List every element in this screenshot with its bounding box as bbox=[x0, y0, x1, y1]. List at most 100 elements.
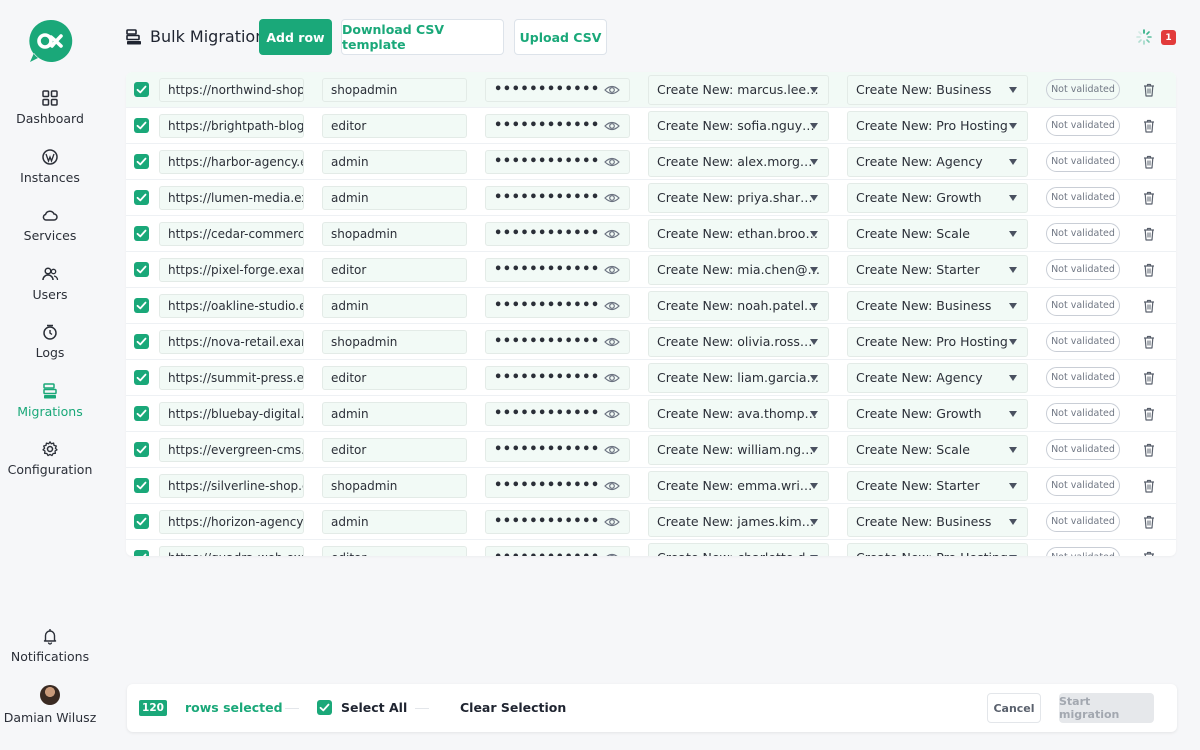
trash-icon[interactable] bbox=[1143, 515, 1155, 529]
username-input[interactable]: editor bbox=[322, 366, 467, 390]
site-url-input[interactable]: https://evergreen-cms.e bbox=[159, 438, 304, 462]
account-select[interactable]: Create New: priya.shar… bbox=[648, 183, 829, 213]
plan-select[interactable]: Create New: Scale bbox=[847, 219, 1028, 249]
trash-icon[interactable] bbox=[1143, 407, 1155, 421]
account-select[interactable]: Create New: olivia.ross… bbox=[648, 327, 829, 357]
row-checkbox[interactable] bbox=[134, 262, 149, 277]
plan-select[interactable]: Create New: Scale bbox=[847, 435, 1028, 465]
cancel-button[interactable]: Cancel bbox=[987, 693, 1041, 723]
site-url-input[interactable]: https://bluebay-digital.e bbox=[159, 402, 304, 426]
account-select[interactable]: Create New: sofia.nguy… bbox=[648, 111, 829, 141]
trash-icon[interactable] bbox=[1143, 83, 1155, 97]
username-input[interactable]: admin bbox=[322, 402, 467, 426]
plan-select[interactable]: Create New: Pro Hosting bbox=[847, 327, 1028, 357]
row-checkbox[interactable] bbox=[134, 154, 149, 169]
site-url-input[interactable]: https://pixel-forge.exam bbox=[159, 258, 304, 282]
eye-icon[interactable] bbox=[604, 371, 620, 385]
account-select[interactable]: Create New: liam.garcia… bbox=[648, 363, 829, 393]
plan-select[interactable]: Create New: Agency bbox=[847, 147, 1028, 177]
eye-icon[interactable] bbox=[604, 479, 620, 493]
site-url-input[interactable]: https://nova-retail.exam bbox=[159, 330, 304, 354]
plan-select[interactable]: Create New: Business bbox=[847, 291, 1028, 321]
account-select[interactable]: Create New: ava.thomp… bbox=[648, 399, 829, 429]
plan-select[interactable]: Create New: Growth bbox=[847, 399, 1028, 429]
site-url-input[interactable]: https://silverline-shop.e bbox=[159, 474, 304, 498]
trash-icon[interactable] bbox=[1143, 335, 1155, 349]
account-select[interactable]: Create New: emma.wri… bbox=[648, 471, 829, 501]
plan-select[interactable]: Create New: Pro Hosting bbox=[847, 111, 1028, 141]
eye-icon[interactable] bbox=[604, 155, 620, 169]
username-input[interactable]: shopadmin bbox=[322, 474, 467, 498]
username-input[interactable]: shopadmin bbox=[322, 78, 467, 102]
site-url-input[interactable]: https://brightpath-blog. bbox=[159, 114, 304, 138]
eye-icon[interactable] bbox=[604, 443, 620, 457]
plan-select[interactable]: Create New: Growth bbox=[847, 183, 1028, 213]
row-checkbox[interactable] bbox=[134, 550, 149, 556]
trash-icon[interactable] bbox=[1143, 479, 1155, 493]
trash-icon[interactable] bbox=[1143, 119, 1155, 133]
eye-icon[interactable] bbox=[604, 119, 620, 133]
select-all-label[interactable]: Select All bbox=[341, 700, 407, 715]
plan-select[interactable]: Create New: Business bbox=[847, 507, 1028, 537]
row-checkbox[interactable] bbox=[134, 478, 149, 493]
sidebar-item-instances[interactable]: Instances bbox=[0, 148, 100, 185]
trash-icon[interactable] bbox=[1143, 155, 1155, 169]
upload-csv-button[interactable]: Upload CSV bbox=[514, 19, 607, 55]
plan-select[interactable]: Create New: Pro Hosting bbox=[847, 543, 1028, 556]
row-checkbox[interactable] bbox=[134, 514, 149, 529]
sidebar-item-dashboard[interactable]: Dashboard bbox=[0, 89, 100, 126]
trash-icon[interactable] bbox=[1143, 443, 1155, 457]
username-input[interactable]: editor bbox=[322, 546, 467, 556]
account-select[interactable]: Create New: marcus.lee… bbox=[648, 75, 829, 105]
notification-badge[interactable]: 1 bbox=[1161, 30, 1176, 45]
add-row-button[interactable]: Add row bbox=[259, 19, 332, 55]
account-select[interactable]: Create New: alex.morg… bbox=[648, 147, 829, 177]
row-checkbox[interactable] bbox=[134, 118, 149, 133]
site-url-input[interactable]: https://cedar-commerce bbox=[159, 222, 304, 246]
plan-select[interactable]: Create New: Agency bbox=[847, 363, 1028, 393]
site-url-input[interactable]: https://quadra-web.exa bbox=[159, 546, 304, 556]
account-select[interactable]: Create New: ethan.broo… bbox=[648, 219, 829, 249]
account-select[interactable]: Create New: james.kim… bbox=[648, 507, 829, 537]
site-url-input[interactable]: https://oakline-studio.e bbox=[159, 294, 304, 318]
trash-icon[interactable] bbox=[1143, 263, 1155, 277]
clear-selection-button[interactable]: Clear Selection bbox=[460, 700, 566, 715]
eye-icon[interactable] bbox=[604, 551, 620, 556]
username-input[interactable]: editor bbox=[322, 438, 467, 462]
trash-icon[interactable] bbox=[1143, 371, 1155, 385]
username-input[interactable]: shopadmin bbox=[322, 222, 467, 246]
username-input[interactable]: admin bbox=[322, 186, 467, 210]
plan-select[interactable]: Create New: Business bbox=[847, 75, 1028, 105]
eye-icon[interactable] bbox=[604, 299, 620, 313]
row-checkbox[interactable] bbox=[134, 442, 149, 457]
username-input[interactable]: shopadmin bbox=[322, 330, 467, 354]
eye-icon[interactable] bbox=[604, 335, 620, 349]
account-select[interactable]: Create New: william.ng… bbox=[648, 435, 829, 465]
row-checkbox[interactable] bbox=[134, 370, 149, 385]
trash-icon[interactable] bbox=[1143, 227, 1155, 241]
plan-select[interactable]: Create New: Starter bbox=[847, 471, 1028, 501]
sidebar-item-notifications[interactable]: Notifications bbox=[0, 627, 100, 664]
username-input[interactable]: admin bbox=[322, 510, 467, 534]
sidebar-item-logs[interactable]: Logs bbox=[0, 323, 100, 360]
sidebar-item-services[interactable]: Services bbox=[0, 206, 100, 243]
plan-select[interactable]: Create New: Starter bbox=[847, 255, 1028, 285]
eye-icon[interactable] bbox=[604, 515, 620, 529]
avatar[interactable] bbox=[40, 685, 60, 705]
username-input[interactable]: editor bbox=[322, 258, 467, 282]
sidebar-item-users[interactable]: Users bbox=[0, 265, 100, 302]
row-checkbox[interactable] bbox=[134, 298, 149, 313]
account-select[interactable]: Create New: mia.chen@… bbox=[648, 255, 829, 285]
eye-icon[interactable] bbox=[604, 407, 620, 421]
row-checkbox[interactable] bbox=[134, 334, 149, 349]
account-select[interactable]: Create New: charlotte.d… bbox=[648, 543, 829, 556]
eye-icon[interactable] bbox=[604, 83, 620, 97]
trash-icon[interactable] bbox=[1143, 191, 1155, 205]
row-checkbox[interactable] bbox=[134, 82, 149, 97]
site-url-input[interactable]: https://northwind-shop. bbox=[159, 78, 304, 102]
site-url-input[interactable]: https://lumen-media.ex bbox=[159, 186, 304, 210]
username-input[interactable]: editor bbox=[322, 114, 467, 138]
row-checkbox[interactable] bbox=[134, 226, 149, 241]
trash-icon[interactable] bbox=[1143, 299, 1155, 313]
sidebar-item-migrations[interactable]: Migrations bbox=[0, 382, 100, 419]
